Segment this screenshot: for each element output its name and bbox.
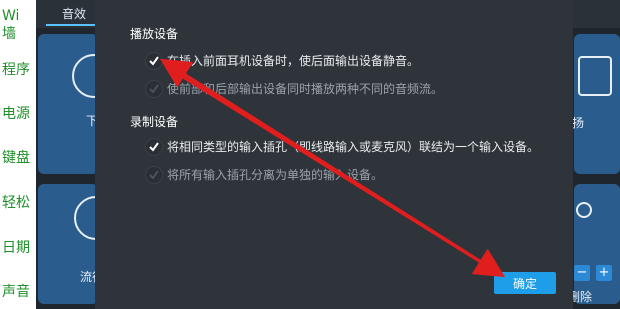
check-glyph [149,142,159,152]
playback-option-2-label: 使前部和后部输出设备同时播放两种不同的音频流。 [167,82,444,96]
bg-label-right-top: 扬 [572,116,585,130]
bg-panel-left-bottom[interactable]: 流行 [38,184,118,304]
check-glyph [149,56,159,66]
recording-option-2-label: 将所有输入插孔分离为单独的输入设备。 [167,168,384,182]
check-glyph [149,170,159,180]
checkmark-icon[interactable] [145,80,163,98]
audio-settings-dialog: 播放设备 在插入前面耳机设备时，使后面输出设备静音。 使前部和后部输出设备同时播… [95,0,573,309]
checkmark-icon[interactable] [145,52,163,70]
left-item-date[interactable]: 日期 [2,240,30,256]
checkmark-icon[interactable] [145,166,163,184]
tab-sound-effects[interactable]: 音效 [46,4,102,26]
tab-sound-effects-label: 音效 [61,7,86,21]
left-item-power[interactable]: 电源 [2,106,30,122]
recording-option-1-label: 将相同类型的输入插孔（即线路输入或麦克风）联结为一个输入设备。 [167,140,540,154]
left-item-ease[interactable]: 轻松 [2,195,30,211]
plus-button[interactable]: + [596,265,612,281]
bg-panel-left-top[interactable]: 下 [38,34,116,174]
left-item-wall[interactable]: 墙 [2,26,16,42]
bg-panel-right-bottom[interactable]: 删除 [568,184,620,304]
left-item-sound[interactable]: 声音 [2,284,30,300]
left-item-wi[interactable]: Wi [2,8,19,24]
bg-panel-right-top[interactable]: 扬 [572,34,620,174]
check-glyph [149,84,159,94]
playback-option-1-label: 在插入前面耳机设备时，使后面输出设备静音。 [167,54,420,68]
microphone-icon [578,56,612,96]
checkmark-icon[interactable] [145,138,163,156]
dot-icon [576,202,592,218]
left-item-keyboard[interactable]: 键盘 [2,150,30,166]
minus-button[interactable]: − [574,265,590,281]
playback-section-title: 播放设备 [130,27,179,41]
confirm-button[interactable]: 确定 [494,272,556,294]
recording-section-title: 录制设备 [130,115,179,129]
left-item-program[interactable]: 程序 [2,62,30,78]
left-external-panel: Wi 墙 程序 电源 键盘 轻松 日期 声音 [0,0,36,309]
